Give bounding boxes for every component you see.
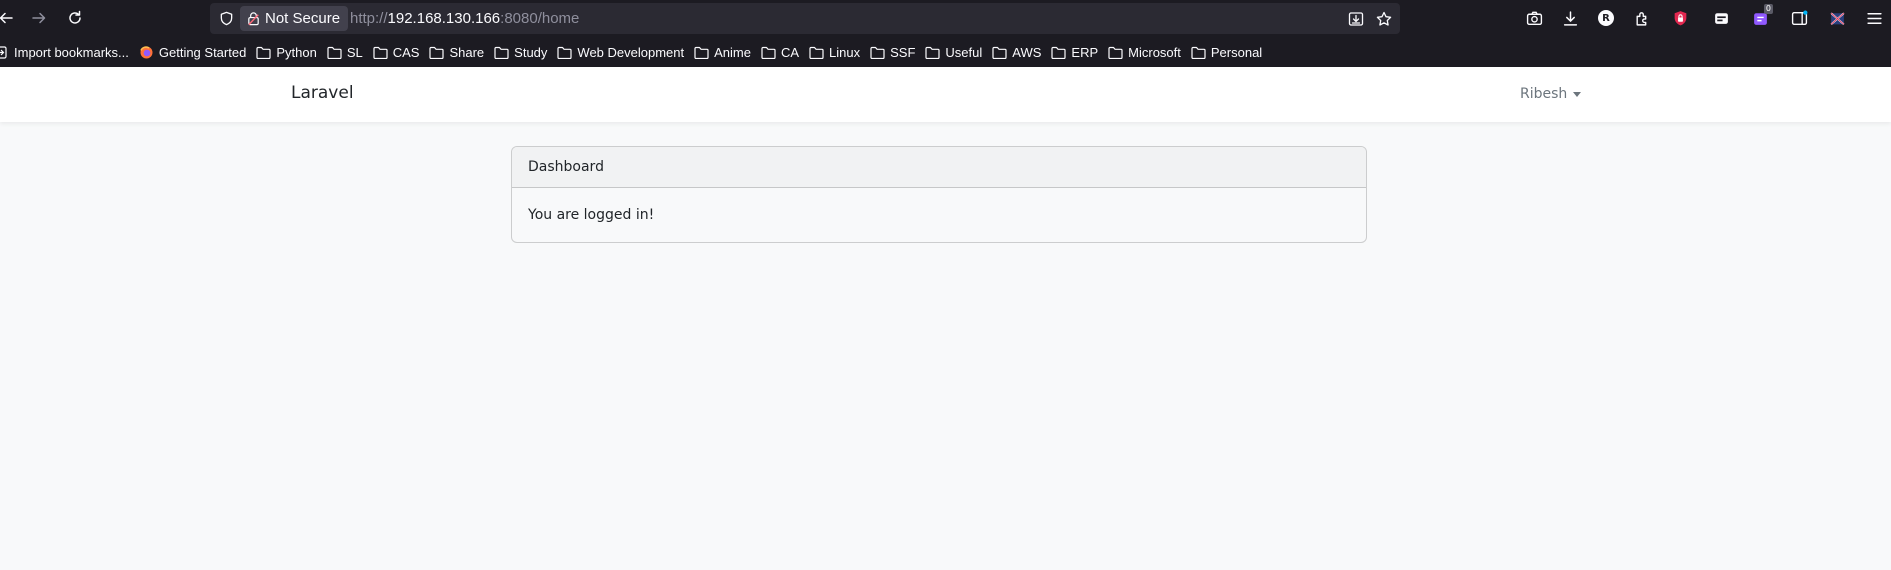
- counter-extension-icon[interactable]: 0: [1749, 4, 1773, 29]
- folder-icon: [327, 46, 342, 59]
- bookmark-star-icon[interactable]: [1373, 8, 1395, 30]
- bookmark-label: SSF: [890, 44, 916, 60]
- account-initial: R: [1598, 10, 1614, 26]
- screenshot-icon[interactable]: [1523, 7, 1545, 29]
- card-header: Dashboard: [512, 147, 1366, 188]
- browser-chrome: Not Secure http://192.168.130.166:8080/h…: [0, 0, 1891, 67]
- bookmark-folder-erp[interactable]: ERP: [1051, 45, 1098, 60]
- folder-icon: [992, 46, 1007, 59]
- folder-icon: [494, 46, 509, 59]
- downloads-icon[interactable]: [1559, 7, 1581, 29]
- bookmark-getting-started[interactable]: Getting Started: [139, 45, 246, 60]
- bookmark-label: Useful: [945, 44, 983, 60]
- bookmark-folder-microsoft[interactable]: Microsoft: [1108, 45, 1181, 60]
- folder-icon: [809, 46, 824, 59]
- bookmark-folder-useful[interactable]: Useful: [925, 45, 982, 60]
- forward-icon[interactable]: [27, 6, 51, 30]
- firefox-icon: [140, 45, 153, 58]
- shield-icon[interactable]: [216, 8, 236, 28]
- extension-badge-count: 0: [1763, 4, 1773, 14]
- red-extension-icon[interactable]: [1669, 7, 1691, 29]
- user-name: Ribesh: [1520, 86, 1568, 102]
- bookmark-label: Python: [276, 44, 317, 60]
- bookmark-folder-aws[interactable]: AWS: [992, 45, 1041, 60]
- bookmark-label: ERP: [1071, 44, 1099, 60]
- bookmark-label: AWS: [1012, 44, 1042, 60]
- navbar-brand[interactable]: Laravel: [291, 83, 354, 103]
- back-icon[interactable]: [0, 6, 18, 30]
- folder-icon: [557, 46, 573, 59]
- bookmark-folder-ssf[interactable]: SSF: [870, 45, 915, 60]
- bookmark-folder-python[interactable]: Python: [256, 44, 317, 60]
- folder-icon: [761, 46, 776, 59]
- bookmark-folder-study[interactable]: Study: [494, 45, 547, 60]
- folder-icon: [1108, 46, 1123, 59]
- bookmark-label: Share: [449, 44, 485, 60]
- bookmark-label: Microsoft: [1128, 44, 1181, 60]
- url-host: 192.168.130.166: [387, 10, 501, 27]
- bookmark-folder-personal[interactable]: Personal: [1191, 45, 1262, 60]
- bookmarks-bar: Import bookmarks... Getting Started Pyth…: [0, 41, 1891, 63]
- bookmark-import[interactable]: Import bookmarks...: [0, 45, 129, 60]
- folder-icon: [1051, 46, 1067, 59]
- sidebar-icon[interactable]: [1788, 7, 1810, 29]
- url-scheme: http://: [350, 10, 388, 27]
- bookmark-label: Linux: [829, 44, 861, 60]
- folder-icon: [373, 46, 388, 59]
- folder-icon: [694, 46, 709, 59]
- folder-icon: [925, 46, 941, 59]
- bookmark-label: SL: [346, 44, 363, 60]
- url-bar[interactable]: Not Secure http://192.168.130.166:8080/h…: [210, 3, 1400, 34]
- bookmark-label: Study: [514, 44, 548, 60]
- folder-icon: [256, 46, 271, 59]
- dashboard-card: Dashboard You are logged in!: [511, 146, 1367, 243]
- bookmark-label: Web Development: [577, 44, 685, 60]
- url-path: :8080/home: [500, 10, 580, 27]
- bookmark-label: Personal: [1210, 44, 1263, 60]
- extensions-icon[interactable]: [1631, 7, 1653, 29]
- flag-extension-icon[interactable]: [1826, 7, 1848, 29]
- bookmark-folder-share[interactable]: Share: [429, 45, 484, 60]
- caret-down-icon: [1573, 92, 1582, 97]
- folder-icon: [870, 46, 885, 59]
- bookmark-folder-cas[interactable]: CAS: [373, 44, 420, 60]
- bookmark-folder-linux[interactable]: Linux: [809, 45, 860, 60]
- bookmark-label: Import bookmarks...: [14, 44, 129, 60]
- bookmark-folder-sl[interactable]: SL: [327, 45, 363, 60]
- user-dropdown-toggle[interactable]: Ribesh: [1520, 86, 1582, 102]
- app-navbar: Laravel Ribesh: [0, 67, 1891, 122]
- lock-warning-icon: [246, 11, 261, 26]
- bookmark-folder-anime[interactable]: Anime: [694, 45, 751, 60]
- bookmark-folder-web-development[interactable]: Web Development: [557, 45, 684, 60]
- bookmark-label: Getting Started: [158, 44, 247, 60]
- folder-icon: [1191, 46, 1206, 59]
- folder-icon: [429, 46, 445, 59]
- bookmark-label: Anime: [714, 44, 751, 60]
- bookmark-label: CA: [780, 44, 800, 60]
- extension-icon[interactable]: [1710, 7, 1732, 29]
- account-r-icon[interactable]: R: [1595, 7, 1617, 29]
- import-icon: [0, 45, 7, 59]
- save-page-icon[interactable]: [1345, 8, 1367, 30]
- bookmark-folder-ca[interactable]: CA: [761, 45, 799, 60]
- url-text[interactable]: http://192.168.130.166:8080/home: [350, 10, 579, 27]
- browser-toolbar: Not Secure http://192.168.130.166:8080/h…: [0, 0, 1891, 37]
- reload-icon[interactable]: [63, 6, 87, 30]
- security-indicator[interactable]: Not Secure: [240, 6, 349, 31]
- security-label: Not Secure: [265, 10, 341, 27]
- card-body: You are logged in!: [528, 207, 655, 223]
- menu-icon[interactable]: [1863, 7, 1885, 29]
- bookmark-label: CAS: [392, 44, 420, 60]
